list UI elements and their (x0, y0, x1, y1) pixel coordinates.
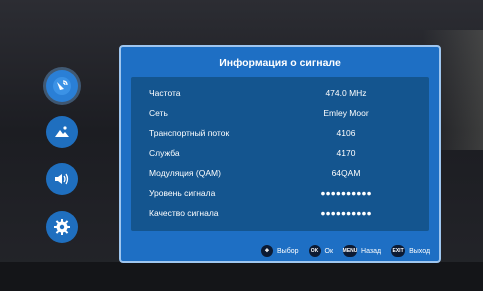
row-value: 4106 (336, 128, 356, 138)
exit-hint: Выход (409, 247, 431, 255)
row-value: 4170 (336, 148, 356, 158)
row-label: Сеть (149, 108, 168, 118)
gear-icon (54, 219, 70, 235)
row-network: Сеть Emley Moor (131, 106, 429, 122)
signal-level-dots: ●●●●●●●●●● (320, 188, 372, 198)
row-label: Транспортный поток (149, 128, 230, 138)
side-menu-settings[interactable] (46, 211, 78, 243)
key-hints: ✥ Выбор OK Ок MENU Назад EXIT Выход (261, 244, 436, 258)
row-signal-level: Уровень сигнала ●●●●●●●●●● (131, 186, 429, 202)
row-value: 474.0 MHz (325, 88, 367, 98)
row-service: Служба 4170 (131, 146, 429, 162)
row-value: 64QAM (331, 168, 361, 178)
signal-quality-dots: ●●●●●●●●●● (320, 208, 372, 218)
sound-icon (55, 173, 69, 185)
row-value: Emley Moor (323, 108, 369, 118)
ok-hint: Ок (324, 247, 334, 255)
signal-info-table: Частота 474.0 MHz Сеть Emley Moor Трансп… (131, 77, 429, 231)
picture-icon (55, 126, 69, 137)
menu-key-icon[interactable]: MENU (343, 245, 357, 257)
row-label: Служба (149, 148, 180, 158)
row-transport-stream: Транспортный поток 4106 (131, 126, 429, 142)
side-menu-picture[interactable] (46, 116, 78, 148)
row-modulation: Модуляция (QAM) 64QAM (131, 166, 429, 182)
row-label: Уровень сигнала (149, 188, 216, 198)
satellite-icon (53, 77, 71, 95)
ok-key-icon[interactable]: OK (308, 245, 321, 257)
side-menu-satellite[interactable] (46, 70, 78, 102)
dialog-title: Информация о сигнале (219, 57, 341, 69)
row-label: Качество сигнала (149, 208, 219, 218)
row-frequency: Частота 474.0 MHz (131, 86, 429, 102)
signal-info-dialog: Информация о сигнале Частота 474.0 MHz С… (119, 45, 441, 263)
exit-key-icon[interactable]: EXIT (391, 245, 406, 257)
back-hint: Назад (361, 247, 382, 255)
tv-frame-bottom (0, 262, 483, 291)
dpad-icon: ✥ (261, 245, 273, 257)
row-signal-quality: Качество сигнала ●●●●●●●●●● (131, 206, 429, 222)
row-label: Частота (149, 88, 181, 98)
side-menu-sound[interactable] (46, 163, 78, 195)
row-label: Модуляция (QAM) (149, 168, 221, 178)
select-hint: Выбор (277, 247, 299, 255)
